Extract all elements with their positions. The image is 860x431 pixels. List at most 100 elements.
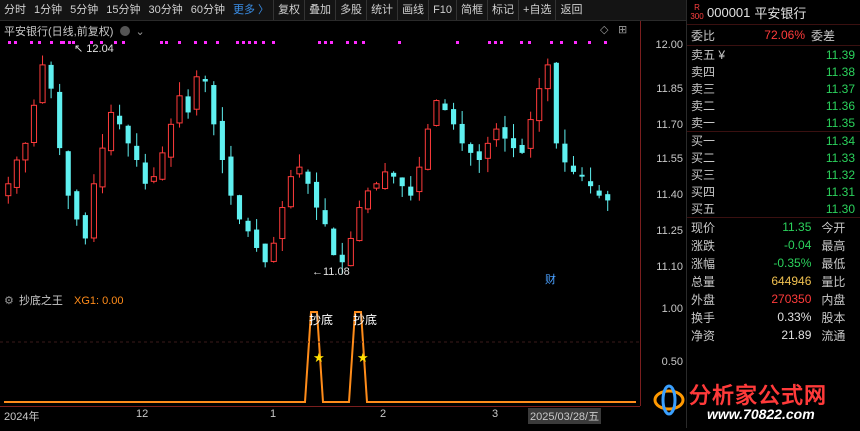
chevron-down-icon[interactable]: ⌄ <box>136 26 145 38</box>
mark-button[interactable]: 标记 <box>487 0 518 20</box>
buy-signal-star: ★ <box>313 350 325 365</box>
signal-marker <box>362 41 365 44</box>
stock-name[interactable]: 平安银行 <box>754 3 806 22</box>
stat-row-label2: 今开 <box>821 220 846 235</box>
stat-row-label2: 股本 <box>821 310 846 325</box>
add-watchlist-button[interactable]: +自选 <box>518 0 555 20</box>
signal-marker <box>114 41 117 44</box>
signal-marker <box>494 41 497 44</box>
stat-row-label: 总量 <box>691 274 716 289</box>
candle-body <box>408 186 414 196</box>
candle-body <box>502 127 508 139</box>
ask-row: 卖五 ¥ 11.39 <box>687 46 860 63</box>
adjust-button[interactable]: 复权 <box>273 0 304 20</box>
simple-frame-button[interactable]: 简框 <box>456 0 487 20</box>
candle-body <box>287 176 294 208</box>
weibi-label: 委比 <box>691 28 716 43</box>
period-tab-intraday[interactable]: 分时 <box>0 0 30 20</box>
candle-body <box>493 128 500 141</box>
candle-body <box>74 191 80 220</box>
indicator-name[interactable]: 抄底之王 <box>19 295 63 307</box>
period-tab-15min[interactable]: 15分钟 <box>102 0 144 20</box>
signal-marker <box>318 41 321 44</box>
stat-row-value: 644946 <box>771 274 812 288</box>
ask-list: 卖五 ¥ 11.39 卖四 11.38 卖三 11.37 卖二 11.36 卖一 11.35 <box>687 46 860 131</box>
period-tab-60min[interactable]: 60分钟 <box>187 0 229 20</box>
candle-body <box>202 79 208 82</box>
multi-stock-button[interactable]: 多股 <box>335 0 366 20</box>
candle-body <box>254 229 260 248</box>
period-tab-30min[interactable]: 30分钟 <box>145 0 187 20</box>
site-logo: 分析家公式网 www.70822.com <box>647 372 860 428</box>
candle-body <box>159 152 166 180</box>
signal-marker <box>248 41 251 44</box>
stock-code[interactable]: 000001 <box>707 5 750 20</box>
main-chart-title: 平安银行(日线,前复权) ⌄ <box>4 23 145 39</box>
bid-row-value: 11.31 <box>825 184 855 199</box>
time-tick-label: 1 <box>270 408 277 420</box>
statistics-button[interactable]: 统计 <box>366 0 397 20</box>
signal-marker <box>500 41 503 44</box>
back-button[interactable]: 返回 <box>555 0 586 20</box>
settings-icon[interactable] <box>120 26 131 36</box>
ask-row: 卖四 11.38 <box>687 63 860 80</box>
ask-row-value: 11.36 <box>825 98 855 113</box>
main-chart-title-text: 平安银行(日线,前复权) <box>4 26 114 38</box>
signal-marker <box>560 41 563 44</box>
candle-body <box>30 104 38 144</box>
candle-body <box>424 128 431 170</box>
price-tick-label: 11.40 <box>656 189 683 201</box>
candle-body <box>22 142 29 161</box>
bid-row-label: 买一 <box>691 134 716 148</box>
candle-body <box>185 96 191 113</box>
bid-list: 买一 11.34 买二 11.33 买三 11.32 买四 11.31 买五 11.30 <box>687 132 860 217</box>
cursor-date-label: 2025/03/28/五 <box>528 408 602 424</box>
draw-line-button[interactable]: 画线 <box>397 0 428 20</box>
signal-marker <box>68 41 71 44</box>
candle-body <box>262 243 268 263</box>
candle-body <box>579 174 585 177</box>
buy-signal-star: ★ <box>357 350 369 365</box>
ask-row-label: 卖四 <box>691 65 716 79</box>
candle-body <box>442 103 448 111</box>
ask-row-label: 卖三 <box>691 82 716 96</box>
signal-marker <box>528 41 531 44</box>
f10-button[interactable]: F10 <box>428 0 456 20</box>
ask-row: 卖一 11.35 <box>687 114 860 131</box>
quote-header: R 300 000001 平安银行 <box>687 0 860 25</box>
bid-row: 买五 11.30 <box>687 200 860 217</box>
candle-body <box>459 123 465 144</box>
signal-marker <box>588 41 591 44</box>
overlay-button[interactable]: 叠加 <box>304 0 335 20</box>
pin-icon[interactable]: ⊞ <box>618 23 627 36</box>
candle-body <box>57 91 63 149</box>
candle-body <box>356 207 363 242</box>
weibi-row: 委比 72.06% 委差 <box>687 25 860 45</box>
indicator-value: XG1: 0.00 <box>74 295 124 307</box>
low-price-label: ←11.08 <box>312 266 350 278</box>
period-tab-5min[interactable]: 5分钟 <box>66 0 102 20</box>
candle-body <box>82 215 88 239</box>
price-tick-label: 11.55 <box>656 153 683 165</box>
candle-body <box>347 237 354 267</box>
indicator-chart[interactable]: 抄底 ★ 抄底 ★ ⚙ 抄底之王 XG1: 0.00 <box>0 290 640 406</box>
candle-body <box>570 165 577 172</box>
stat-row-label: 净资 <box>691 328 716 343</box>
signal-marker <box>520 41 523 44</box>
diamond-icon[interactable]: ◇ <box>600 23 608 36</box>
stat-row-value: -0.35% <box>773 256 812 270</box>
period-tab-1min[interactable]: 1分钟 <box>30 0 66 20</box>
gear-icon[interactable]: ⚙ <box>4 295 14 307</box>
candle-body <box>605 194 611 201</box>
candle-body <box>588 181 594 187</box>
bid-row-label: 买二 <box>691 151 716 165</box>
kline-chart[interactable]: ↖ 12.04 ←11.08 财 平安银行(日线,前复权) ⌄ ◇ ⊞ <box>0 21 640 289</box>
candle-body <box>596 190 602 196</box>
candle-body <box>219 120 225 160</box>
bid-row-value: 11.34 <box>825 133 855 148</box>
signal-marker <box>272 41 275 44</box>
logo-url: www.70822.com <box>707 406 815 422</box>
more-periods-button[interactable]: 更多 〉 <box>229 0 273 20</box>
price-tick-label: 11.70 <box>656 119 683 131</box>
candle-body <box>270 242 277 262</box>
